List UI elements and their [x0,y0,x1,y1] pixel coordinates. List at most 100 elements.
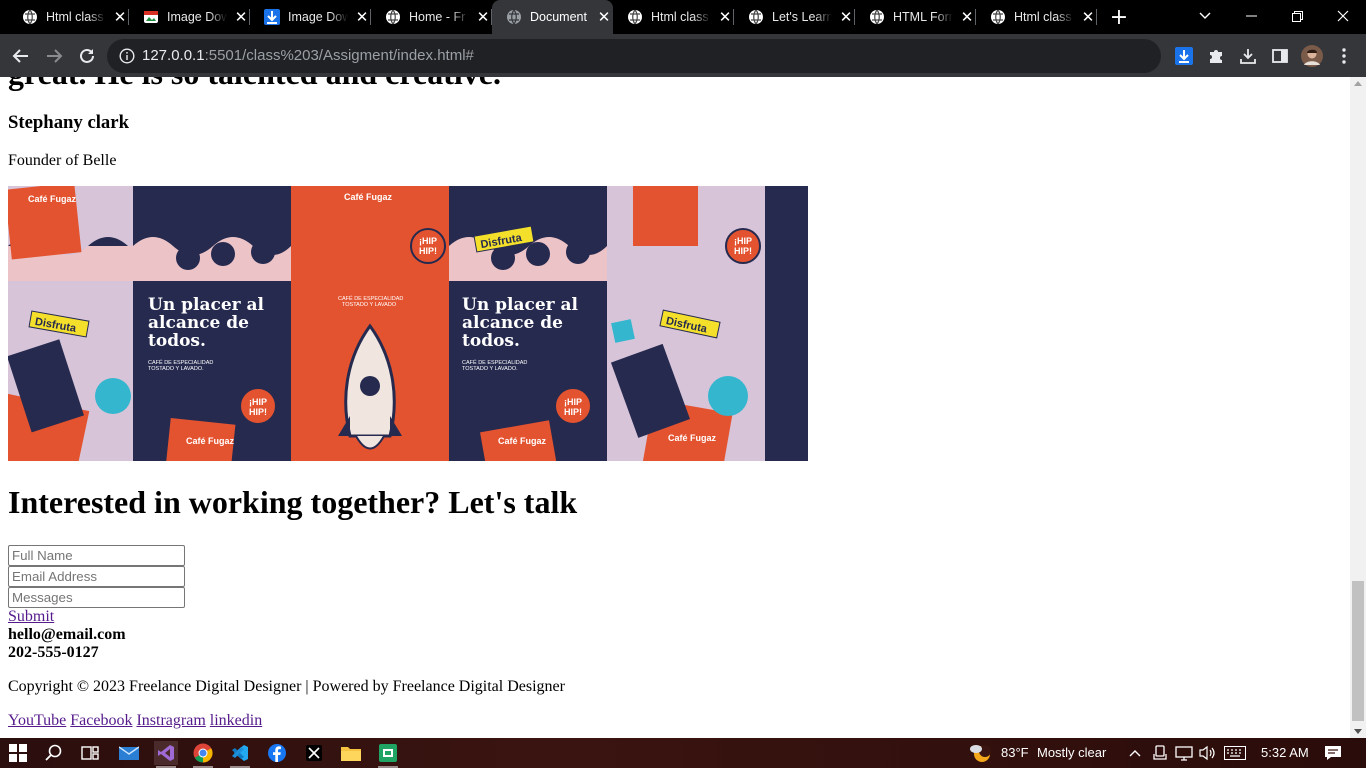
chrome-menu-icon[interactable] [1331,43,1357,69]
meet-now-icon[interactable] [1148,741,1172,765]
poster-sub-line2: TOSTADO Y LAVADO. [148,366,204,372]
address-bar[interactable]: 127.0.0.1:5501/class%203/Assigment/index… [107,39,1161,73]
tab-title: Image Dow [167,10,227,24]
sticker-hip-2: HIP! [734,246,752,256]
globe-icon [23,9,37,25]
instagram-link[interactable]: Instragram [136,712,205,729]
tab-1[interactable]: Image Dow ✕ [129,0,250,34]
globe-icon [870,9,884,25]
scrollbar-thumb[interactable] [1352,581,1364,721]
green-app-icon[interactable] [376,741,400,768]
submit-link[interactable]: Submit [8,608,54,626]
file-explorer-icon[interactable] [339,741,363,765]
poster-sub-line2: TOSTADO Y LAVADO. [462,366,518,372]
back-arrow-icon[interactable] [8,43,34,69]
page-scrollbar[interactable] [1350,77,1366,738]
poster-rocket-caption2: TOSTADO Y LAVADO [342,302,397,308]
sticker-hip-1: ¡HIP [734,236,752,246]
windows-start-icon[interactable] [6,741,30,765]
testimonial-quote-heading: great. He is so talented and creative. [8,77,501,92]
tab-0[interactable]: Html class ✕ [8,0,129,34]
restore-icon[interactable] [1274,0,1320,32]
scroll-up-arrow-icon[interactable] [1354,81,1362,86]
tab-title: Let's Learn [772,10,832,24]
portfolio-poster-image: Café Fugaz Café Fugaz Café Fugaz Café Fu… [8,186,808,461]
side-panel-icon[interactable] [1267,43,1293,69]
x-app-icon[interactable] [302,741,326,765]
tab-close-icon[interactable]: ✕ [959,9,975,25]
network-icon[interactable] [1172,741,1196,765]
reload-icon[interactable] [74,43,100,69]
minimize-icon[interactable] [1228,0,1274,32]
poster-brand-text: Café Fugaz [668,433,717,443]
tab-close-icon[interactable]: ✕ [354,9,370,25]
tab-4-active[interactable]: Document ✕ [492,0,613,34]
linkedin-link[interactable]: linkedin [210,712,262,729]
tab-2[interactable]: Image Dow ✕ [250,0,371,34]
tab-separator [1096,9,1097,25]
weather-moon-cloud-icon[interactable] [968,741,992,765]
poster-headline-line3: todos. [148,331,206,351]
weather-description[interactable]: Mostly clear [1037,745,1106,761]
tab-strip: Html class ✕ Image Dow ✕ Image Dow ✕ Hom… [0,0,1366,34]
youtube-link[interactable]: YouTube [8,712,66,729]
new-tab-icon[interactable]: + [1108,7,1130,29]
tab-8[interactable]: Html class ✕ [976,0,1097,34]
visual-studio-icon[interactable] [154,741,178,768]
profile-avatar[interactable] [1299,43,1325,69]
chrome-app-icon[interactable] [191,741,215,768]
tab-close-icon[interactable]: ✕ [233,9,249,25]
facebook-app-icon[interactable] [265,741,289,765]
full-name-input[interactable] [8,545,185,566]
poster-headline-line2: alcance de [148,313,249,333]
poster-brand-text: Café Fugaz [28,194,77,204]
tab-5[interactable]: Html class ✕ [613,0,734,34]
task-view-icon[interactable] [78,741,102,765]
message-input[interactable] [8,587,185,608]
forward-arrow-icon[interactable] [41,43,67,69]
sticker-hip-1: ¡HIP [249,397,267,407]
tab-close-icon[interactable]: ✕ [838,9,854,25]
tab-title: HTML Form [893,10,953,24]
tab-close-icon[interactable]: ✕ [1080,9,1096,25]
facebook-link[interactable]: Facebook [70,712,132,729]
site-info-icon[interactable] [119,48,135,64]
taskbar-clock[interactable]: 5:32 AM [1261,745,1309,761]
testimonial-author-name: Stephany clark [8,112,129,133]
page-viewport: great. He is so talented and creative. S… [0,77,1350,738]
tab-7[interactable]: HTML Form ✕ [855,0,976,34]
scroll-down-arrow-icon[interactable] [1354,729,1362,734]
tab-6[interactable]: Let's Learn ✕ [734,0,855,34]
poster-sub-line1: CAFÉ DE ESPECIALIDAD [462,359,527,366]
tab-close-icon[interactable]: ✕ [596,9,612,25]
vscode-icon[interactable] [228,741,252,768]
tab-title: Home - Fr [409,10,466,24]
mail-app-icon[interactable] [117,741,141,765]
windows-taskbar: 83°F Mostly clear 5:32 AM [0,738,1366,768]
tab-3[interactable]: Home - Fr ✕ [371,0,492,34]
volume-icon[interactable] [1196,741,1220,765]
extensions-puzzle-icon[interactable] [1203,43,1229,69]
tab-search-chevron-icon[interactable] [1182,0,1228,32]
close-window-icon[interactable] [1320,0,1366,32]
sticker-hip-2: HIP! [249,407,267,417]
poster-headline-line1: Un placer al [462,295,579,315]
tab-title: Html class [1014,10,1072,24]
poster-brand-text: Café Fugaz [498,436,547,446]
tab-close-icon[interactable]: ✕ [112,9,128,25]
notifications-icon[interactable] [1321,741,1345,765]
tray-chevron-up-icon[interactable] [1123,741,1147,765]
sticker-hip-1: ¡HIP [564,397,582,407]
downloads-icon[interactable] [1235,43,1261,69]
sticker-hip-2: HIP! [419,246,437,256]
keyboard-icon[interactable] [1222,741,1248,765]
email-input[interactable] [8,566,185,587]
address-path: :5501/class%203/Assigment/index.html# [204,47,474,64]
tab-close-icon[interactable]: ✕ [475,9,491,25]
tab-close-icon[interactable]: ✕ [717,9,733,25]
download-extension-icon[interactable] [1171,43,1197,69]
weather-temp[interactable]: 83°F [1001,745,1029,761]
poster-rocket-caption1: CAFÉ DE ESPECIALIDAD [338,295,403,302]
poster-brand-text: Café Fugaz [186,436,235,446]
search-icon[interactable] [42,741,66,765]
